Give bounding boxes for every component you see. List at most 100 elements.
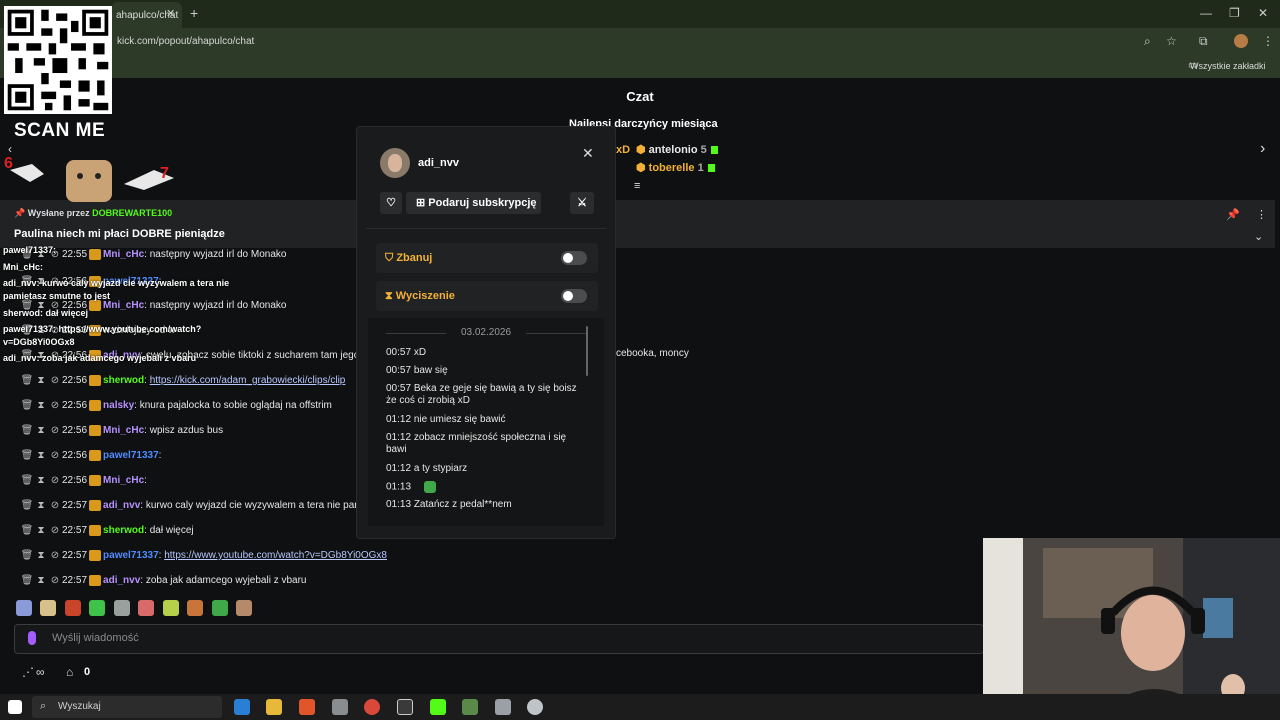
delete-icon[interactable]: 🗑: [20, 474, 34, 488]
delete-icon[interactable]: 🗑: [20, 499, 34, 513]
message-user[interactable]: adi_nvv: [103, 500, 140, 511]
ban-icon[interactable]: ⊘: [48, 474, 62, 488]
follow-button[interactable]: ♡: [380, 192, 402, 214]
hourglass-icon[interactable]: ⧗: [34, 574, 48, 588]
hourglass-icon[interactable]: ⧗: [34, 374, 48, 388]
hourglass-icon[interactable]: ⧗: [34, 449, 48, 463]
emote[interactable]: [236, 600, 253, 616]
chevron-right-icon[interactable]: ›: [1260, 140, 1265, 158]
history-scrollbar[interactable]: [586, 326, 588, 376]
hourglass-icon[interactable]: ⧗: [34, 424, 48, 438]
hourglass-icon[interactable]: ⧗: [34, 474, 48, 488]
mic-icon[interactable]: [28, 631, 36, 645]
window-close-icon[interactable]: ✕: [1258, 6, 1268, 20]
gift-sub-button[interactable]: ⊞ Podaruj subskrypcję: [406, 192, 541, 214]
ban-icon[interactable]: ⊘: [48, 449, 62, 463]
chrome-icon[interactable]: [364, 699, 380, 715]
ban-icon[interactable]: ⊘: [48, 499, 62, 513]
message-user[interactable]: pawel71337: [103, 550, 159, 561]
message-user[interactable]: nalsky: [103, 400, 134, 411]
hourglass-icon[interactable]: ⧗: [34, 549, 48, 563]
emote[interactable]: [40, 600, 57, 616]
file-explorer-icon[interactable]: [266, 699, 282, 715]
message-user[interactable]: sherwod: [103, 375, 144, 386]
windows-start-icon[interactable]: [8, 700, 22, 714]
store-icon[interactable]: ⌂: [66, 665, 73, 679]
ban-icon[interactable]: ⊘: [48, 374, 62, 388]
ban-icon[interactable]: ⊘: [48, 549, 62, 563]
chat-message[interactable]: 🗑 ⧗ ⊘ 22:56 sherwod: https://kick.com/adam_g…: [20, 374, 345, 388]
tab-close-icon[interactable]: ✕: [166, 7, 175, 20]
delete-icon[interactable]: 🗑: [20, 399, 34, 413]
chevron-down-icon[interactable]: ⌄: [1254, 230, 1263, 243]
brave-icon[interactable]: [299, 699, 315, 715]
message-user[interactable]: Mni_cHc: [103, 425, 144, 436]
infinity-icon[interactable]: ∞: [36, 665, 45, 679]
ban-icon[interactable]: ⊘: [48, 574, 62, 588]
share-icon[interactable]: ⋰: [22, 665, 34, 679]
hourglass-icon[interactable]: ⧗: [34, 399, 48, 413]
message-user[interactable]: sherwod: [103, 525, 144, 536]
kick-icon[interactable]: [430, 699, 446, 715]
emote[interactable]: [138, 600, 155, 616]
emote[interactable]: [113, 600, 130, 616]
chat-message[interactable]: 🗑 ⧗ ⊘ 22:55 Mni_cHc: następny wyjazd irl do …: [20, 248, 286, 262]
delete-icon[interactable]: 🗑: [20, 449, 34, 463]
app-icon[interactable]: [495, 699, 511, 715]
delete-icon[interactable]: 🗑: [20, 424, 34, 438]
app-icon[interactable]: [397, 699, 413, 715]
message-user[interactable]: pawel71337: [103, 450, 159, 461]
delete-icon[interactable]: 🗑: [20, 549, 34, 563]
chat-message[interactable]: 🗑 ⧗ ⊘ 22:56 Mni_cHc: wpisz azdus bus: [20, 424, 223, 438]
app-icon[interactable]: [332, 699, 348, 715]
chat-message[interactable]: 🗑 ⧗ ⊘ 22:56 nalsky: knura pajalocka to sobie…: [20, 399, 332, 413]
pin-icon[interactable]: 📌: [1226, 208, 1240, 221]
emote[interactable]: [64, 600, 81, 616]
app-icon[interactable]: [462, 699, 478, 715]
ban-icon[interactable]: ⊘: [48, 524, 62, 538]
expand-gifters-icon[interactable]: ≡: [634, 180, 640, 192]
maximize-icon[interactable]: ❐: [1229, 6, 1240, 20]
chat-message[interactable]: 🗑 ⧗ ⊘ 22:57 pawel71337: https://www.youtube.…: [20, 549, 387, 563]
pinned-by-user[interactable]: DOBREWARTE100: [92, 208, 172, 218]
profile-avatar[interactable]: [1234, 34, 1248, 48]
all-bookmarks-link[interactable]: Wszystkie zakładki: [1190, 61, 1266, 71]
message-user[interactable]: adi_nvv: [103, 575, 140, 586]
app-icon[interactable]: [527, 699, 543, 715]
message-user[interactable]: Mni_cHc: [103, 249, 144, 260]
emote[interactable]: [16, 600, 32, 616]
hourglass-icon[interactable]: ⧗: [34, 499, 48, 513]
new-tab-icon[interactable]: +: [190, 5, 198, 21]
edge-icon[interactable]: [234, 699, 250, 715]
ban-toggle[interactable]: [561, 251, 587, 265]
emote[interactable]: [89, 600, 106, 616]
emote[interactable]: [162, 600, 179, 616]
emote[interactable]: [211, 600, 228, 616]
hourglass-icon[interactable]: ⧗: [34, 524, 48, 538]
message-user[interactable]: Mni_cHc: [103, 475, 144, 486]
zoom-icon[interactable]: ⌕: [1144, 34, 1151, 49]
chat-message[interactable]: 🗑 ⧗ ⊘ 22:56 Mni_cHc:: [20, 474, 147, 488]
chat-message[interactable]: 🗑 ⧗ ⊘ 22:56 pawel71337:: [20, 449, 161, 463]
delete-icon[interactable]: 🗑: [20, 574, 34, 588]
chat-message[interactable]: 🗑 ⧗ ⊘ 22:57 adi_nvv: zoba jak adamcego wyjeb…: [20, 574, 307, 588]
bookmark-star-icon[interactable]: ☆: [1166, 34, 1177, 48]
chat-message[interactable]: 🗑 ⧗ ⊘ 22:57 sherwod: dał więcej: [20, 524, 194, 538]
minimize-icon[interactable]: —: [1200, 6, 1212, 20]
message-input[interactable]: [14, 624, 984, 654]
url-field[interactable]: kick.com/popout/ahapulco/chat: [117, 36, 254, 47]
emote[interactable]: [187, 600, 204, 616]
modal-username[interactable]: adi_nvv: [418, 157, 459, 169]
delete-icon[interactable]: 🗑: [20, 374, 34, 388]
timeout-toggle[interactable]: [561, 289, 587, 303]
mod-action-button[interactable]: ⚔: [570, 192, 594, 214]
close-icon[interactable]: ✕: [582, 145, 594, 162]
chat-message[interactable]: 🗑 ⧗ ⊘ 22:57 adi_nvv: kurwo caly wyjazd cie w…: [20, 499, 363, 513]
ban-icon[interactable]: ⊘: [48, 399, 62, 413]
delete-icon[interactable]: 🗑: [20, 524, 34, 538]
ban-icon[interactable]: ⊘: [48, 424, 62, 438]
extensions-icon[interactable]: ⧉: [1199, 34, 1208, 49]
message-user[interactable]: Mni_cHc: [103, 300, 144, 311]
more-icon[interactable]: ⋮: [1256, 208, 1267, 221]
menu-icon[interactable]: ⋮: [1262, 34, 1274, 48]
